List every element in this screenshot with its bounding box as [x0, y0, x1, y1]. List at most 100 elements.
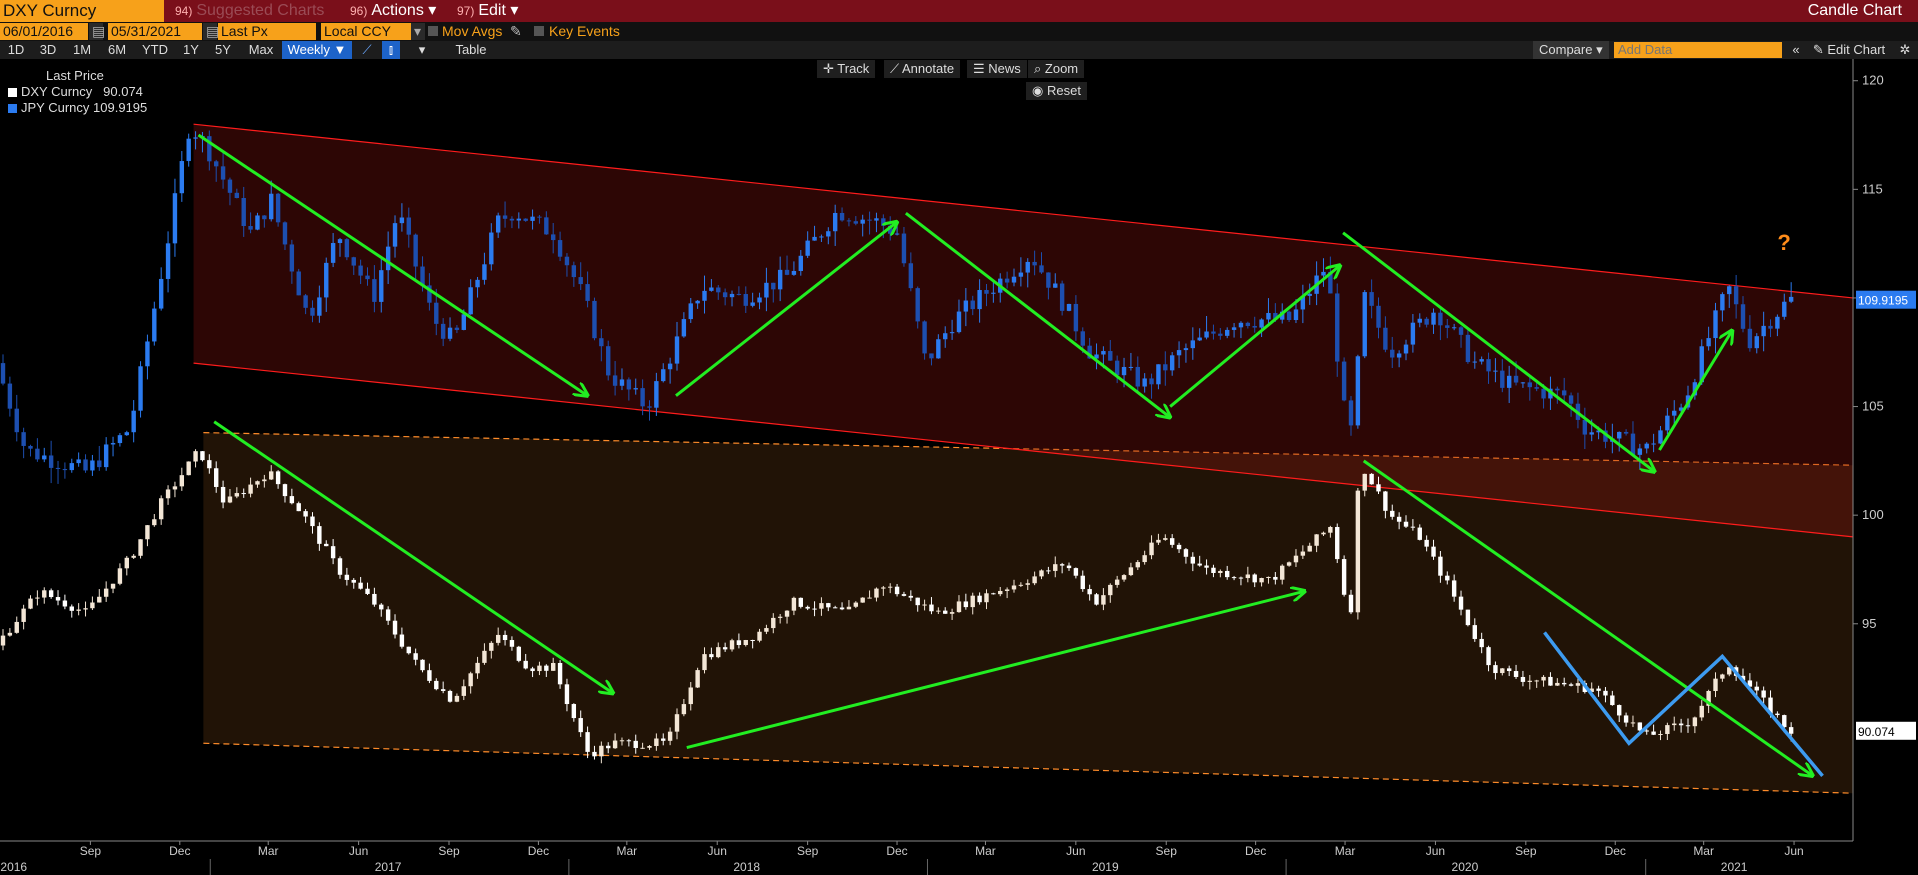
- price-field-select[interactable]: Last Px: [218, 23, 316, 40]
- candle-body: [963, 300, 969, 312]
- candle-body: [949, 612, 955, 614]
- candle-body: [28, 445, 33, 449]
- candle-body: [867, 597, 872, 599]
- candle-body: [1128, 366, 1134, 368]
- x-tick-label: Sep: [1156, 844, 1178, 858]
- legend-item-dxy[interactable]: DXY Curncy 90.074: [8, 84, 143, 99]
- question-mark-annotation: ?: [1777, 230, 1790, 255]
- candle-chart-icon[interactable]: ⫾: [382, 41, 400, 59]
- candle-body: [1149, 378, 1154, 385]
- suggested-charts-menu[interactable]: 94) Suggested Charts: [175, 0, 324, 22]
- candle-chart[interactable]: ? Sep Dec Mar Jun Sep Dec Mar Jun Sep Dec Mar Jun Sep…: [0, 59, 1918, 875]
- legend-name: DXY Curncy: [21, 84, 93, 99]
- candle-body: [853, 221, 859, 224]
- candle-body: [399, 217, 405, 224]
- candle-body: [530, 668, 535, 672]
- candle-body: [14, 408, 19, 433]
- candle-body: [1335, 293, 1340, 362]
- candle-body: [1555, 388, 1560, 391]
- candle-body: [406, 646, 411, 654]
- actions-menu[interactable]: 96) Actions ▾: [350, 0, 436, 22]
- candle-body: [1754, 336, 1759, 349]
- candle-body: [798, 597, 803, 607]
- edit-menu[interactable]: 97) Edit ▾: [457, 0, 518, 22]
- start-date-field[interactable]: 06/01/2016: [0, 23, 88, 40]
- candle-body: [970, 595, 975, 608]
- range-3d-button[interactable]: 3D: [34, 41, 62, 59]
- candle-body: [1451, 580, 1457, 597]
- candle-body: [1506, 375, 1512, 388]
- candle-body: [1672, 723, 1677, 726]
- chart-type-title: Candle Chart: [1807, 2, 1902, 19]
- candle-body: [1513, 671, 1519, 677]
- candle-body: [275, 193, 281, 223]
- candle-body: [76, 459, 81, 464]
- candle-body: [647, 745, 652, 748]
- candle-body: [936, 610, 941, 612]
- candle-body: [1720, 674, 1725, 679]
- candle-body: [1286, 562, 1292, 566]
- line-chart-icon[interactable]: ⟋: [358, 41, 376, 59]
- candle-body: [158, 278, 164, 309]
- range-1d-button[interactable]: 1D: [2, 41, 30, 59]
- collapse-icon[interactable]: «: [1788, 41, 1804, 59]
- candle-body: [1176, 544, 1182, 550]
- edit-chart-button[interactable]: ✎ Edit Chart: [1808, 41, 1890, 59]
- pencil-icon[interactable]: ✎: [510, 23, 522, 40]
- calendar-icon[interactable]: ▤: [89, 23, 105, 40]
- calendar-icon[interactable]: ▤: [203, 23, 219, 40]
- candle-body: [124, 557, 129, 569]
- candle-body: [592, 751, 597, 757]
- range-6m-button[interactable]: 6M: [102, 41, 132, 59]
- candle-body: [674, 336, 680, 364]
- gear-icon[interactable]: ✲: [1896, 41, 1914, 59]
- frequency-select[interactable]: Weekly ▼: [282, 41, 352, 59]
- table-button[interactable]: Table: [446, 41, 496, 59]
- candle-body: [1224, 570, 1230, 578]
- candle-body: [1190, 556, 1196, 564]
- range-ytd-button[interactable]: YTD: [138, 41, 172, 59]
- candle-body: [1596, 688, 1601, 691]
- candle-body: [750, 302, 755, 306]
- candle-body: [1568, 395, 1574, 404]
- candle-body: [936, 339, 941, 359]
- dropdown-icon[interactable]: ▾: [411, 23, 425, 40]
- candle-body: [55, 467, 61, 469]
- security-input[interactable]: DXY Curncy: [0, 0, 164, 22]
- range-max-button[interactable]: Max: [244, 41, 278, 59]
- key-events-checkbox[interactable]: [534, 26, 544, 36]
- candle-body: [90, 460, 95, 471]
- range-5y-button[interactable]: 5Y: [210, 41, 236, 59]
- candle-body: [729, 293, 735, 298]
- chevron-down-icon[interactable]: ▾: [414, 41, 430, 59]
- candle-body: [1424, 318, 1429, 325]
- candle-body: [344, 574, 350, 580]
- menu-label: Actions ▾: [371, 2, 437, 19]
- range-1y-button[interactable]: 1Y: [178, 41, 204, 59]
- mov-avgs-checkbox[interactable]: [428, 26, 438, 36]
- candle-body: [255, 215, 260, 230]
- candle-body: [571, 704, 577, 719]
- candle-body: [413, 653, 418, 660]
- candle-body: [1286, 311, 1292, 321]
- candle-body: [1720, 294, 1725, 311]
- candle-body: [757, 631, 762, 641]
- range-1m-button[interactable]: 1M: [68, 41, 96, 59]
- candle-body: [214, 468, 219, 487]
- candle-body: [1630, 433, 1636, 455]
- compare-button[interactable]: Compare ▾: [1533, 41, 1609, 59]
- candle-body: [152, 519, 157, 526]
- candle-body: [468, 287, 473, 315]
- add-data-input[interactable]: [1614, 42, 1782, 58]
- currency-select[interactable]: Local CCY: [321, 23, 411, 40]
- legend-item-jpy[interactable]: JPY Curncy 109.9195: [8, 100, 147, 115]
- end-date-field[interactable]: 05/31/2021: [108, 23, 202, 40]
- candle-body: [853, 602, 859, 607]
- candle-body: [303, 511, 308, 517]
- candle-body: [337, 239, 343, 244]
- candle-body: [1390, 510, 1395, 517]
- candle-body: [956, 601, 962, 613]
- candle-body: [1493, 665, 1498, 674]
- candle-body: [1238, 577, 1244, 579]
- candle-body: [1479, 359, 1484, 362]
